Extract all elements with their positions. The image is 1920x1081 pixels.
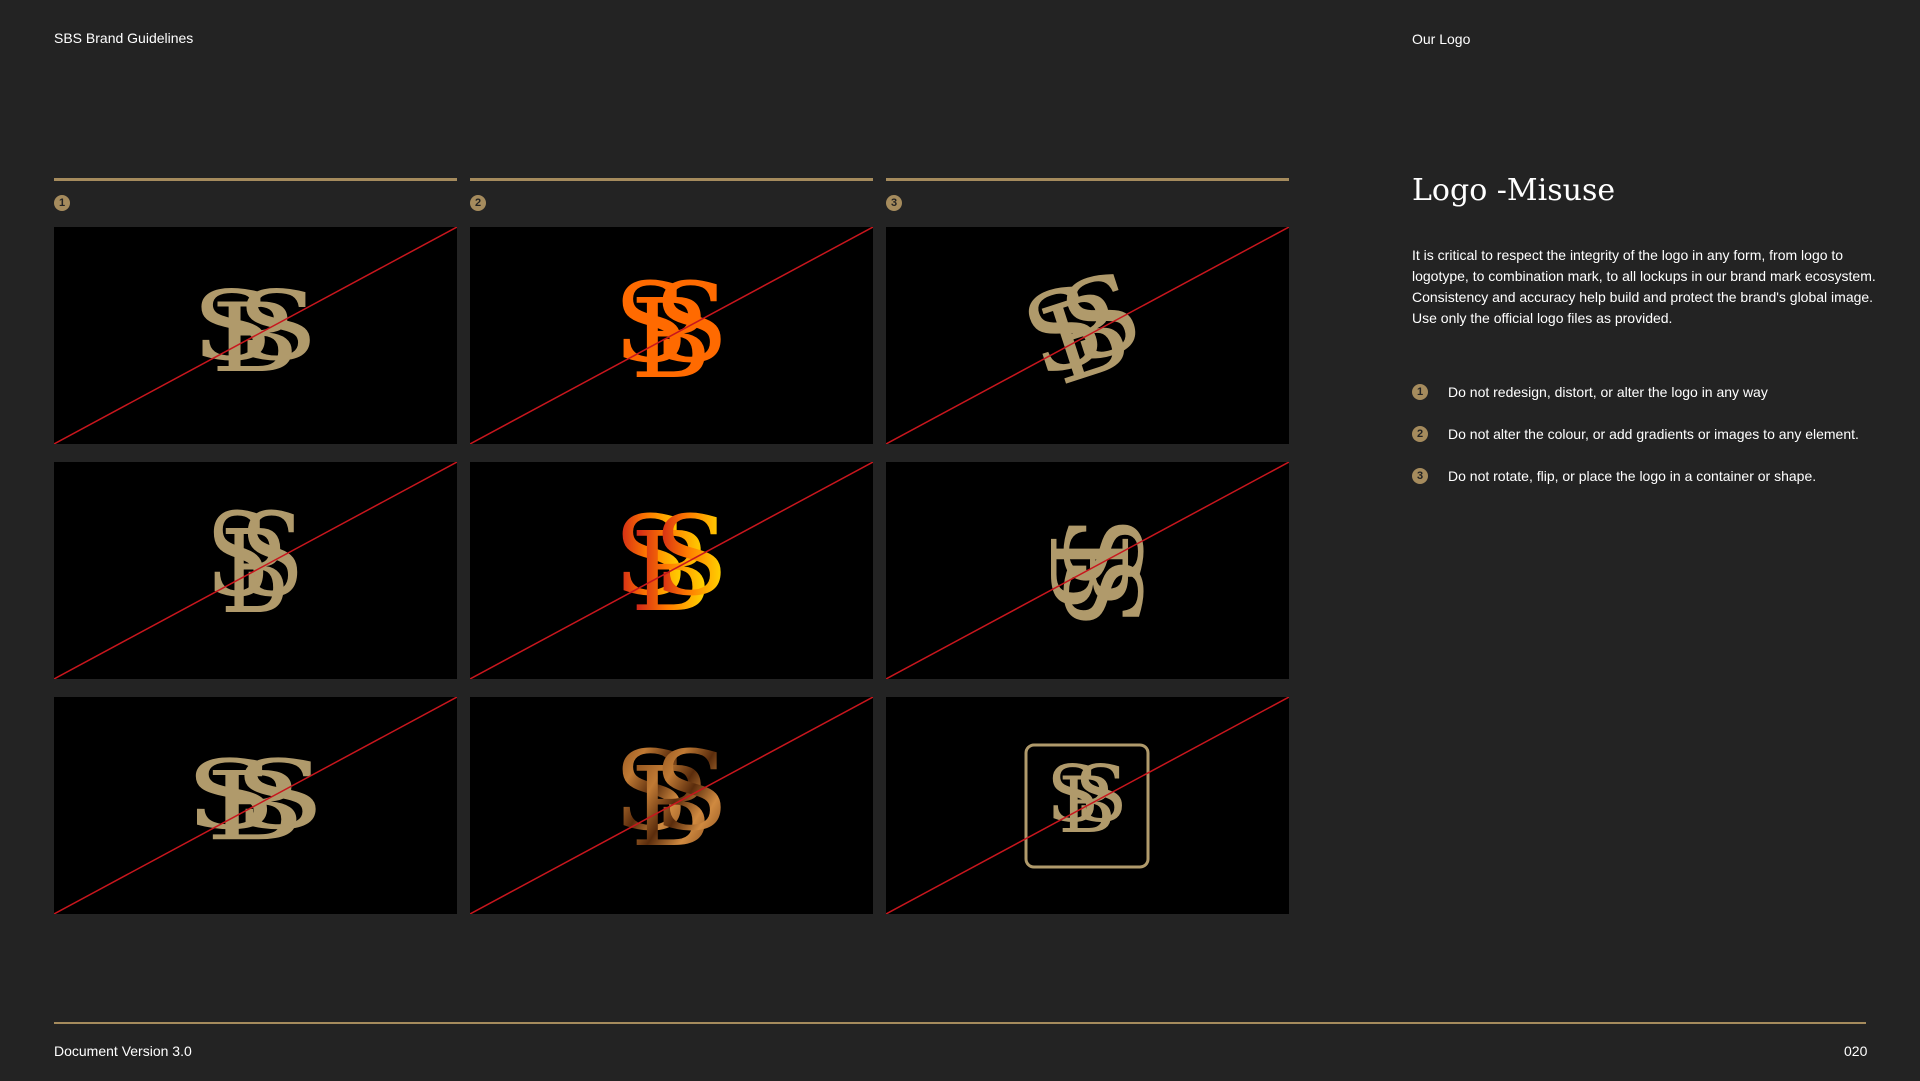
strike-line (54, 227, 457, 444)
page-heading: Logo -Misuse (1412, 173, 1616, 208)
misuse-example-flipped: S B S (886, 462, 1289, 679)
svg-text:S: S (1074, 750, 1127, 840)
description-paragraph: It is critical to respect the integrity … (1412, 247, 1876, 326)
strike-line (54, 697, 457, 914)
section-title: Our Logo (1412, 31, 1471, 47)
svg-text:S: S (236, 270, 318, 382)
rule-number-badge: 2 (1412, 426, 1428, 442)
misuse-example-recolored: S B S (470, 227, 873, 444)
strike-line (886, 462, 1289, 679)
svg-text:S: S (653, 727, 728, 855)
sbs-logo-wood: S B S (613, 727, 728, 871)
misuse-example-widened: S B S (54, 697, 457, 914)
document-version: Document Version 3.0 (54, 1043, 192, 1059)
column-1-number-badge: 1 (54, 195, 70, 211)
rule-text: Do not redesign, distort, or alter the l… (1448, 384, 1768, 400)
rule-item: 3 Do not rotate, flip, or place the logo… (1412, 466, 1859, 486)
column-2-number-badge: 2 (470, 195, 486, 211)
misuse-example-contained: S B S (886, 697, 1289, 914)
rule-item: 2 Do not alter the colour, or add gradie… (1412, 424, 1859, 444)
page-number: 020 (1844, 1043, 1868, 1059)
svg-text:S: S (240, 487, 304, 622)
svg-text:S: S (653, 259, 728, 387)
sbs-logo-rotated: S B S (1009, 248, 1156, 410)
sbs-logo-orange: S B S (613, 259, 728, 403)
sbs-logo-widened: S B S (184, 740, 325, 862)
rule-item: 1 Do not redesign, distort, or alter the… (1412, 382, 1859, 402)
sbs-logo-stretched: S B S (191, 270, 318, 394)
misuse-rules-list: 1 Do not redesign, distort, or alter the… (1412, 382, 1859, 508)
sbs-logo-gradient: S B S (613, 492, 728, 636)
misuse-example-image-fill: S B S (470, 697, 873, 914)
column-3-number-badge: 3 (886, 195, 902, 211)
misuse-example-gradient: S B S (470, 462, 873, 679)
strike-line (886, 697, 1289, 914)
sbs-logo-contained: S B S (1046, 750, 1127, 851)
misuse-example-condensed: S B S (54, 462, 457, 679)
misuse-example-stretched: S B S (54, 227, 457, 444)
document-title: SBS Brand Guidelines (54, 30, 194, 46)
rule-number-badge: 1 (1412, 384, 1428, 400)
misuse-example-rotated: S B S (886, 227, 1289, 444)
rule-text: Do not rotate, flip, or place the logo i… (1448, 468, 1817, 484)
footer-divider (54, 1022, 1866, 1024)
rule-number-badge: 3 (1412, 468, 1428, 484)
column-2-rule (470, 178, 873, 181)
sbs-logo-flipped: S B S (1026, 516, 1163, 629)
sbs-logo-condensed: S B S (206, 487, 304, 639)
column-1-rule (54, 178, 457, 181)
svg-text:S: S (1040, 556, 1163, 629)
svg-text:S: S (653, 492, 728, 620)
svg-text:S: S (233, 740, 325, 851)
rule-text: Do not alter the colour, or add gradient… (1448, 426, 1859, 442)
column-3-rule (886, 178, 1289, 181)
